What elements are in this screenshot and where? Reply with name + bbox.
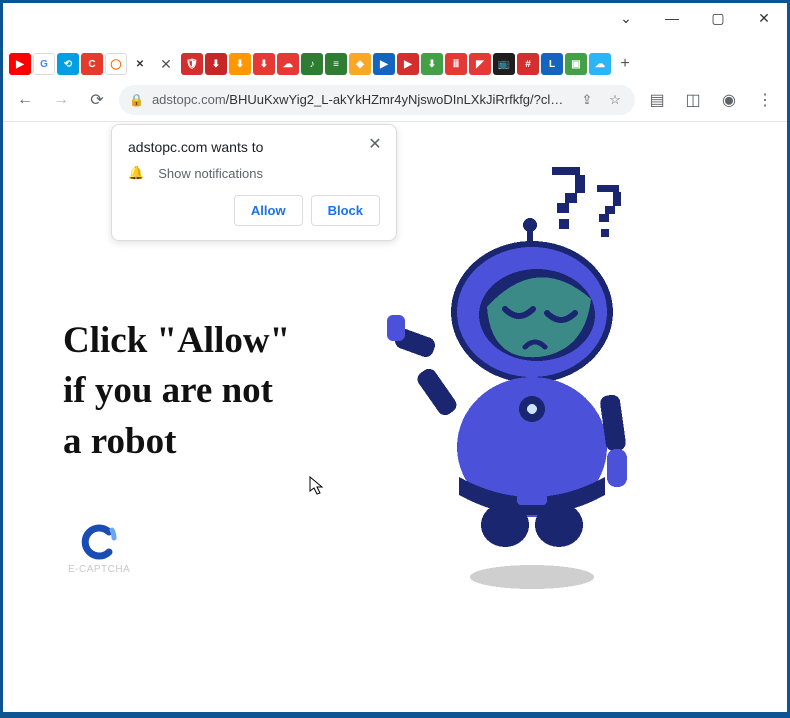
maximize-button[interactable]: ▢ bbox=[695, 3, 741, 33]
prompt-title: adstopc.com wants to bbox=[128, 139, 380, 155]
share-icon[interactable]: ⇪ bbox=[577, 86, 597, 114]
bookmark-star-icon[interactable]: ☆ bbox=[605, 86, 625, 114]
prompt-permission-text: Show notifications bbox=[158, 166, 263, 181]
address-bar[interactable]: 🔒 adstopc.com/BHUuKxwYig2_L-akYkHZmr4yNj… bbox=[119, 85, 635, 115]
pinned-tab-favicon[interactable]: G bbox=[33, 53, 55, 75]
mouse-cursor-icon bbox=[309, 476, 325, 496]
tabs-chevron-icon[interactable]: ⌄ bbox=[603, 3, 649, 33]
bell-icon: 🔔 bbox=[128, 165, 144, 181]
main-line-1: Click "Allow" bbox=[63, 316, 290, 366]
pinned-tab-favicon[interactable]: ⬇ bbox=[421, 53, 443, 75]
profile-avatar-icon[interactable]: ◉ bbox=[715, 86, 743, 114]
pinned-tab-favicon[interactable]: ▣ bbox=[565, 53, 587, 75]
pinned-tab-favicon[interactable]: # bbox=[517, 53, 539, 75]
pinned-tab-favicon[interactable]: ◆ bbox=[349, 53, 371, 75]
minimize-button[interactable]: — bbox=[649, 3, 695, 33]
pinned-tab-favicon[interactable]: C bbox=[81, 53, 103, 75]
tab-strip: ▶G⟲C◯✕✕🛡⬇⬇⬇☁♪≡◆▶▶⬇ⅲ◤📺#L▣☁ + bbox=[3, 40, 787, 78]
pinned-tab-favicon[interactable]: 🛡 bbox=[181, 53, 203, 75]
pinned-tab-favicon[interactable]: ◤ bbox=[469, 53, 491, 75]
pinned-tab-favicon[interactable]: ≡ bbox=[325, 53, 347, 75]
reload-button[interactable]: ⟳ bbox=[83, 86, 111, 114]
pinned-tab-favicon[interactable]: ⅲ bbox=[445, 53, 467, 75]
url-host: adstopc.com bbox=[152, 92, 226, 107]
pinned-tab-favicon[interactable]: ♪ bbox=[301, 53, 323, 75]
window-close-button[interactable]: ✕ bbox=[741, 3, 787, 33]
menu-icon[interactable]: ⋮ bbox=[751, 86, 779, 114]
robot-illustration bbox=[387, 157, 667, 597]
main-line-3: a robot bbox=[63, 417, 290, 467]
forward-button[interactable]: → bbox=[47, 86, 75, 114]
pinned-tab-favicon[interactable]: ⬇ bbox=[253, 53, 275, 75]
pinned-tab-favicon[interactable]: ▶ bbox=[373, 53, 395, 75]
page-content: ✕ adstopc.com wants to 🔔 Show notificati… bbox=[3, 122, 787, 712]
url-path: /BHUuKxwYig2_L-akYkHZmr4yNjswoDInLXkJiRr… bbox=[226, 92, 569, 107]
pinned-tab-favicon[interactable]: ⟲ bbox=[57, 53, 79, 75]
active-tab-close-button[interactable]: ✕ bbox=[155, 50, 177, 78]
pinned-tab-favicon[interactable]: 📺 bbox=[493, 53, 515, 75]
block-button[interactable]: Block bbox=[311, 195, 380, 226]
pinned-tab-favicon[interactable]: ☁ bbox=[589, 53, 611, 75]
prompt-close-button[interactable]: ✕ bbox=[364, 133, 386, 155]
extensions-icon[interactable]: ▤ bbox=[643, 86, 671, 114]
pinned-tab-favicon[interactable]: ✕ bbox=[129, 53, 151, 75]
pinned-tab-favicon[interactable]: ⬇ bbox=[205, 53, 227, 75]
pinned-tab-favicon[interactable]: ▶ bbox=[9, 53, 31, 75]
main-instruction-text: Click "Allow" if you are not a robot bbox=[63, 316, 290, 467]
sidepanel-icon[interactable]: ◫ bbox=[679, 86, 707, 114]
notification-prompt: ✕ adstopc.com wants to 🔔 Show notificati… bbox=[111, 124, 397, 241]
new-tab-button[interactable]: + bbox=[611, 50, 639, 78]
main-line-2: if you are not bbox=[63, 366, 290, 416]
pinned-tab-favicon[interactable]: ◯ bbox=[105, 53, 127, 75]
pinned-tab-favicon[interactable]: ▶ bbox=[397, 53, 419, 75]
captcha-badge: E-CAPTCHA bbox=[68, 522, 130, 575]
captcha-logo-icon bbox=[79, 522, 119, 562]
pinned-tab-favicon[interactable]: L bbox=[541, 53, 563, 75]
window-titlebar: ⌄ — ▢ ✕ bbox=[3, 3, 787, 40]
allow-button[interactable]: Allow bbox=[234, 195, 303, 226]
pinned-tab-favicon[interactable]: ☁ bbox=[277, 53, 299, 75]
lock-icon: 🔒 bbox=[129, 93, 144, 107]
browser-toolbar: ← → ⟳ 🔒 adstopc.com/BHUuKxwYig2_L-akYkHZ… bbox=[3, 78, 787, 122]
pinned-tab-favicon[interactable]: ⬇ bbox=[229, 53, 251, 75]
back-button[interactable]: ← bbox=[11, 86, 39, 114]
captcha-label: E-CAPTCHA bbox=[68, 564, 130, 575]
